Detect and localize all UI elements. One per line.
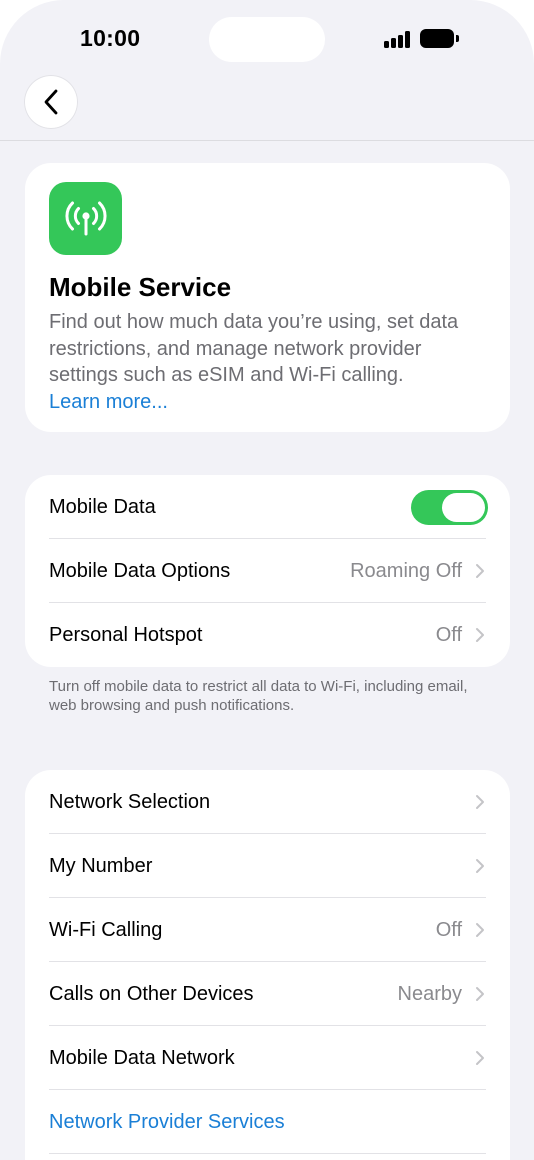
mobile-data-network-label: Mobile Data Network [49, 1046, 235, 1069]
mobile-data-options-value: Roaming Off [350, 559, 462, 582]
calls-other-devices-value: Nearby [397, 982, 462, 1005]
network-provider-services-link[interactable]: Network Provider Services [49, 1111, 285, 1134]
network-selection-label: Network Selection [49, 790, 211, 813]
chevron-right-icon [476, 795, 484, 809]
page-title: Mobile Service [49, 272, 232, 302]
mobile-data-options-label: Mobile Data Options [49, 559, 231, 582]
page-description: Find out how much data you’re using, set… [49, 309, 489, 415]
chevron-right-icon [476, 923, 484, 937]
personal-hotspot-row[interactable]: Personal Hotspot Off [49, 603, 510, 667]
dynamic-island [209, 17, 325, 62]
personal-hotspot-value: Off [435, 623, 462, 646]
cellular-signal-icon [384, 31, 412, 48]
description-text: Find out how much data you’re using, set… [49, 311, 459, 386]
status-bar: 10:00 [0, 0, 534, 80]
mobile-data-options-row[interactable]: Mobile Data Options Roaming Off [49, 539, 510, 603]
wifi-calling-label: Wi-Fi Calling [49, 918, 163, 941]
my-number-row[interactable]: My Number [49, 834, 510, 898]
mobile-data-footnote: Turn off mobile data to restrict all dat… [49, 678, 468, 714]
row-divider [49, 1153, 486, 1154]
network-provider-services-row[interactable]: Network Provider Services [49, 1090, 510, 1154]
wifi-calling-row[interactable]: Wi-Fi Calling Off [49, 898, 510, 962]
mobile-data-toggle[interactable] [411, 490, 488, 525]
mobile-data-label: Mobile Data [49, 495, 156, 518]
chevron-right-icon [476, 564, 484, 578]
nav-divider [0, 140, 534, 141]
battery-icon [420, 29, 459, 48]
personal-hotspot-label: Personal Hotspot [49, 623, 203, 646]
calls-other-devices-label: Calls on Other Devices [49, 982, 254, 1005]
chevron-right-icon [476, 628, 484, 642]
phone-screen: 10:00 Mobile Service Find out how much d… [0, 0, 534, 1160]
chevron-right-icon [476, 859, 484, 873]
wifi-calling-value: Off [435, 918, 462, 941]
calls-other-devices-row[interactable]: Calls on Other Devices Nearby [49, 962, 510, 1026]
chevron-right-icon [476, 1051, 484, 1065]
mobile-data-network-row[interactable]: Mobile Data Network [49, 1026, 510, 1090]
mobile-service-card: Mobile Service Find out how much data yo… [25, 163, 510, 432]
network-group: Network Selection My Number Wi-Fi Callin… [25, 770, 510, 1160]
status-time: 10:00 [80, 25, 141, 51]
antenna-icon [49, 182, 122, 255]
mobile-data-group: Mobile Data Mobile Data Options Roaming … [25, 475, 510, 667]
chevron-right-icon [476, 987, 484, 1001]
network-selection-row[interactable]: Network Selection [49, 770, 510, 834]
chevron-left-icon [44, 89, 58, 115]
back-button[interactable] [24, 75, 78, 129]
mobile-data-row: Mobile Data [49, 475, 510, 539]
my-number-label: My Number [49, 854, 153, 877]
learn-more-link[interactable]: Learn more... [49, 389, 489, 416]
